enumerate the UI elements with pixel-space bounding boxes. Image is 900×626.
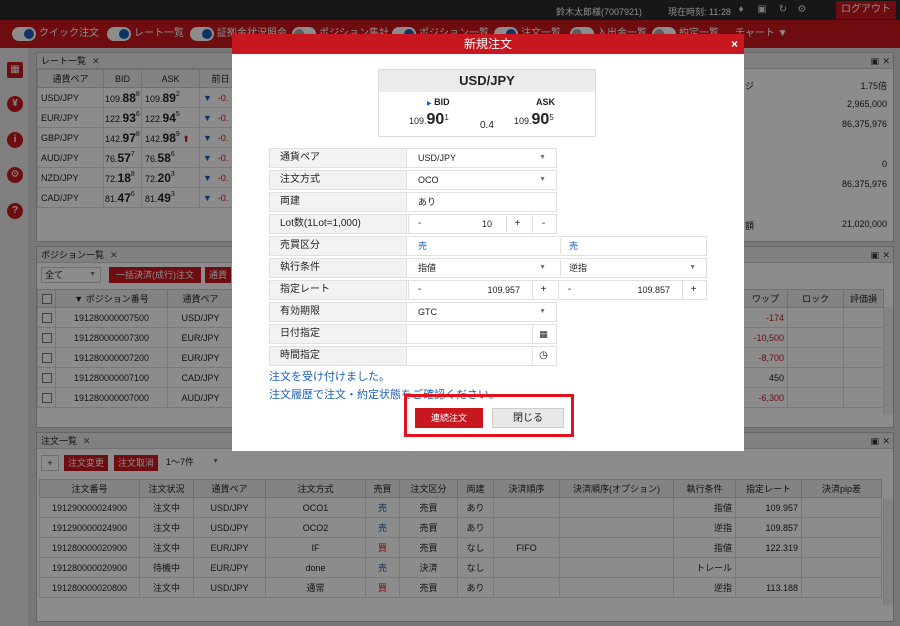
method-label: 注文方式 bbox=[270, 171, 407, 189]
condition-select-1[interactable]: 指値 ▼ bbox=[410, 260, 554, 276]
both-label: 両建 bbox=[270, 193, 407, 211]
row-rate: 指定レート - 109.957 + - 109.857 + bbox=[269, 280, 707, 300]
row-date: 日付指定 ▦ bbox=[269, 324, 557, 344]
rate1-input[interactable]: 109.957 bbox=[432, 282, 530, 298]
row-both: 両建 あり bbox=[269, 192, 557, 212]
side-select-2[interactable]: 売 bbox=[560, 238, 704, 254]
continue-order-button[interactable]: 連続注文 bbox=[415, 408, 483, 428]
spread: 0.4 bbox=[480, 120, 494, 131]
row-pair: 通貨ペア USD/JPY ▼ bbox=[269, 148, 557, 168]
lot-minus-button[interactable]: - bbox=[532, 215, 554, 233]
pair-label: 通貨ペア bbox=[270, 149, 407, 167]
rate2-increment-button[interactable]: + bbox=[682, 281, 704, 299]
expiry-select[interactable]: GTC ▼ bbox=[410, 304, 554, 320]
calendar-icon[interactable]: ▦ bbox=[532, 325, 554, 343]
row-expiry: 有効期限 GTC ▼ bbox=[269, 302, 557, 322]
side-label: 売買区分 bbox=[270, 237, 407, 255]
bid-price[interactable]: 109.901 bbox=[409, 111, 449, 129]
bid-label: ▶ BID bbox=[427, 97, 450, 107]
ask-price[interactable]: 109.905 bbox=[514, 111, 554, 129]
row-condition: 執行条件 指値 ▼ 逆指 ▼ bbox=[269, 258, 707, 278]
quote-box: USD/JPY ▶ BID ASK 109.901 0.4 109.905 bbox=[378, 69, 596, 137]
rate2-decrement-button[interactable]: - bbox=[558, 281, 580, 299]
lot-input[interactable]: 10 bbox=[432, 216, 496, 232]
quote-pair: USD/JPY bbox=[379, 70, 595, 92]
lot-increment-button[interactable]: + bbox=[506, 215, 528, 233]
rate1-decrement-button[interactable]: - bbox=[408, 281, 430, 299]
condition-label: 執行条件 bbox=[270, 259, 407, 277]
time-input[interactable] bbox=[410, 348, 528, 364]
rate1-increment-button[interactable]: + bbox=[532, 281, 554, 299]
dialog-title: 新規注文 bbox=[463, 37, 512, 51]
condition-select-2[interactable]: 逆指 ▼ bbox=[560, 260, 704, 276]
close-icon[interactable]: × bbox=[731, 34, 738, 54]
row-method: 注文方式 OCO ▼ bbox=[269, 170, 557, 190]
clock-icon[interactable]: ◷ bbox=[532, 347, 554, 365]
row-time: 時間指定 ◷ bbox=[269, 346, 557, 366]
dialog-header: 新規注文 × bbox=[232, 34, 744, 54]
lot-decrement-button[interactable]: - bbox=[408, 215, 430, 233]
method-select[interactable]: OCO ▼ bbox=[410, 172, 554, 188]
time-label: 時間指定 bbox=[270, 347, 407, 365]
row-lot: Lot数(1Lot=1,000) - 10 + - bbox=[269, 214, 557, 234]
expiry-label: 有効期限 bbox=[270, 303, 407, 321]
rate-label: 指定レート bbox=[270, 281, 407, 299]
date-input[interactable] bbox=[410, 326, 528, 342]
side-select-1[interactable]: 売 bbox=[410, 238, 554, 254]
rate2-input[interactable]: 109.857 bbox=[582, 282, 680, 298]
close-button[interactable]: 閉じる bbox=[492, 408, 564, 428]
ask-label: ASK bbox=[536, 97, 556, 107]
lot-label: Lot数(1Lot=1,000) bbox=[270, 215, 407, 233]
both-value[interactable]: あり bbox=[410, 194, 554, 210]
date-label: 日付指定 bbox=[270, 325, 407, 343]
success-message: 注文を受け付けました。 bbox=[269, 371, 390, 383]
pair-select[interactable]: USD/JPY ▼ bbox=[410, 150, 554, 166]
row-side: 売買区分 売 売 bbox=[269, 236, 707, 256]
new-order-dialog: 新規注文 × USD/JPY ▶ BID ASK 109.901 0.4 109… bbox=[232, 34, 744, 451]
